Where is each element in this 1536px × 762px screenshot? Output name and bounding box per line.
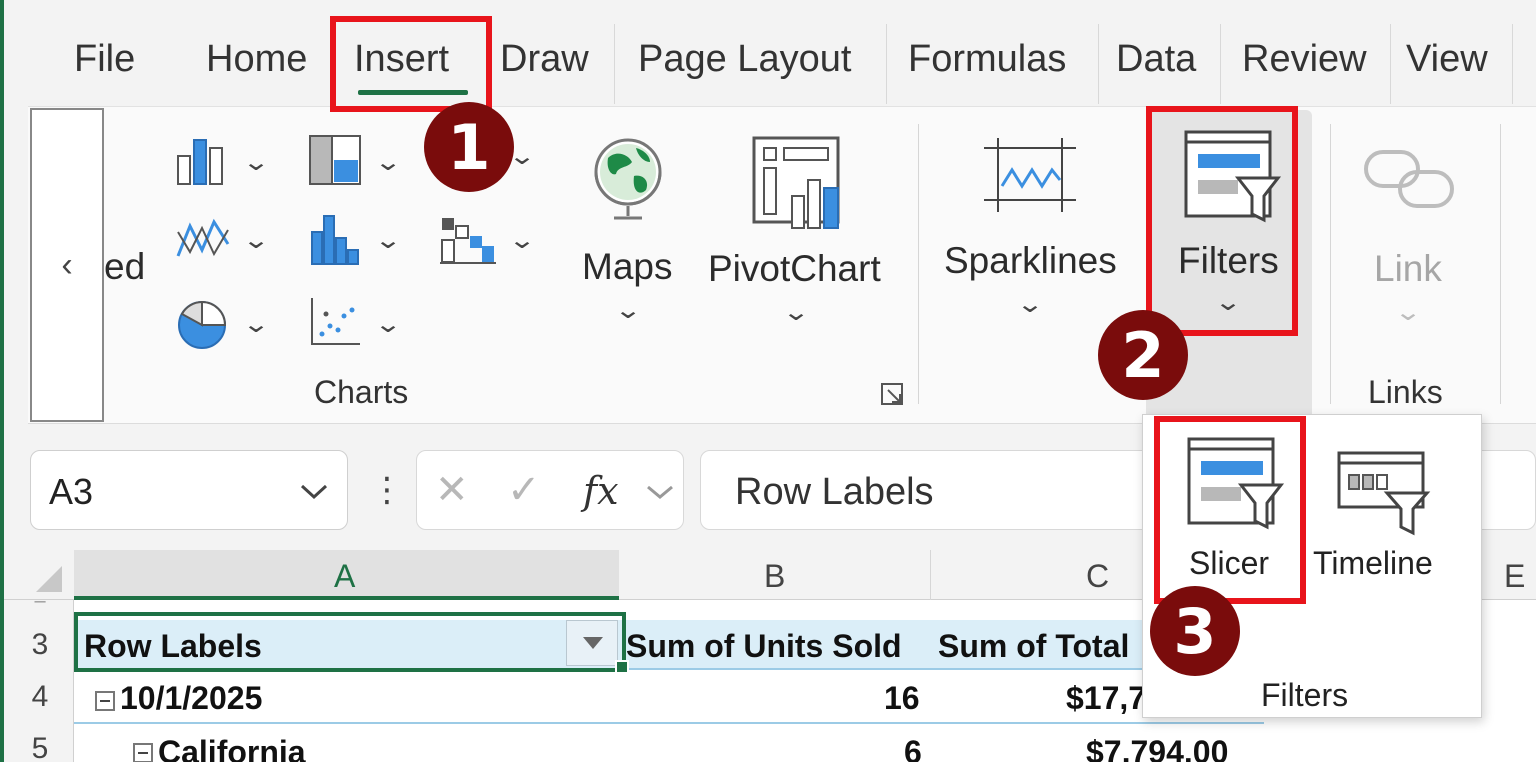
name-box-value: A3 — [49, 471, 94, 512]
pivotchart-button[interactable]: PivotChart — [708, 248, 881, 290]
chevron-down-icon[interactable]: ⌄ — [782, 298, 810, 327]
cell-a4[interactable]: 10/1/2025 — [120, 680, 262, 717]
highlight-insert-tab — [330, 16, 492, 112]
pivotchart-icon[interactable] — [752, 136, 848, 232]
links-group-label: Links — [1368, 374, 1443, 410]
row-divider — [74, 722, 1264, 724]
tab-separator — [1220, 24, 1221, 104]
chevron-down-icon[interactable]: ⌄ — [614, 296, 642, 325]
tab-view[interactable]: View — [1406, 38, 1488, 81]
cell-c5[interactable]: $7,794.00 — [1086, 734, 1228, 762]
tab-data[interactable]: Data — [1116, 38, 1196, 81]
globe-icon[interactable] — [588, 132, 668, 224]
statistic-chart-icon[interactable] — [310, 214, 360, 266]
chevron-down-icon[interactable] — [645, 483, 675, 501]
collapse-icon[interactable] — [94, 690, 116, 712]
chevron-down-icon[interactable] — [299, 481, 329, 501]
chevron-left-icon: ‹ — [61, 245, 73, 284]
chevron-down-icon[interactable]: ⌄ — [374, 148, 402, 177]
cell-b5[interactable]: 6 — [904, 734, 922, 762]
group-separator — [1500, 124, 1501, 404]
step-badge-3: 3 — [1150, 586, 1240, 676]
hierarchy-chart-icon[interactable] — [308, 134, 362, 186]
tab-formulas[interactable]: Formulas — [908, 38, 1066, 81]
tab-separator — [1098, 24, 1099, 104]
name-box[interactable]: A3 — [30, 450, 348, 530]
row-header-4[interactable]: 4 — [8, 680, 72, 714]
timeline-button[interactable]: Timeline — [1313, 545, 1433, 582]
chevron-down-icon[interactable]: ⌄ — [374, 310, 402, 339]
insert-function-icon[interactable]: fx — [583, 469, 619, 513]
chevron-down-icon[interactable]: ⌄ — [242, 310, 270, 339]
step-badge-1: 1 — [424, 102, 514, 192]
chevron-down-icon[interactable]: ⌄ — [242, 226, 270, 255]
active-cell-border — [74, 612, 626, 672]
link-button[interactable]: Link — [1374, 248, 1442, 290]
sparklines-button[interactable]: Sparklines — [944, 240, 1117, 282]
charts-group-label: Charts — [314, 374, 409, 410]
pie-chart-icon[interactable] — [176, 298, 230, 352]
column-header-e[interactable]: E — [1504, 558, 1525, 595]
step-badge-2: 2 — [1098, 310, 1188, 400]
waterfall-chart-icon[interactable] — [440, 212, 496, 266]
timeline-icon[interactable] — [1335, 449, 1435, 539]
filters-group-label: Filters — [1261, 677, 1349, 713]
ribbon-tab-bar: File Home Insert Draw Page Layout Formul… — [4, 0, 1536, 108]
tab-separator — [1512, 24, 1513, 104]
row-header-5[interactable]: 5 — [8, 732, 72, 762]
tab-separator — [886, 24, 887, 104]
column-header-b[interactable]: B — [764, 558, 785, 595]
highlight-filters-button — [1146, 106, 1298, 336]
column-header-c[interactable]: C — [1086, 558, 1109, 595]
cell-b3[interactable]: Sum of Units Sold — [626, 628, 902, 665]
row-header-partial: ‒ — [34, 590, 46, 612]
chevron-down-icon[interactable]: ⌄ — [508, 226, 536, 255]
group-separator — [918, 124, 919, 404]
tab-review[interactable]: Review — [1242, 38, 1367, 81]
cancel-icon[interactable]: ✕ — [435, 467, 469, 513]
chevron-down-icon[interactable]: ⌄ — [242, 148, 270, 177]
tab-page-layout[interactable]: Page Layout — [638, 38, 851, 81]
chevron-down-icon[interactable]: ⌄ — [1394, 298, 1422, 327]
enter-icon[interactable]: ✓ — [507, 467, 541, 513]
formula-value: Row Labels — [735, 471, 934, 513]
highlight-slicer-button — [1154, 416, 1306, 604]
sparklines-icon[interactable] — [982, 136, 1078, 214]
ribbon-scroll-left-button[interactable]: ‹ — [30, 108, 104, 422]
line-chart-icon[interactable] — [176, 216, 230, 262]
formula-bar-options-icon[interactable]: ⋮ — [370, 470, 404, 510]
column-chart-icon[interactable] — [176, 136, 228, 186]
formula-buttons-group: ✕ ✓ fx — [416, 450, 684, 530]
tab-separator — [1390, 24, 1391, 104]
link-icon[interactable] — [1362, 144, 1456, 214]
row-header-3[interactable]: 3 — [8, 628, 72, 662]
dialog-launcher-icon[interactable] — [880, 382, 906, 408]
column-separator — [930, 550, 931, 600]
cell-c3[interactable]: Sum of Total — [938, 628, 1129, 665]
cell-a5[interactable]: California — [158, 734, 306, 762]
group-separator — [1330, 124, 1331, 404]
scatter-chart-icon[interactable] — [308, 296, 362, 348]
chevron-down-icon[interactable]: ⌄ — [1016, 290, 1044, 319]
tab-separator — [614, 24, 615, 104]
column-header-a[interactable]: A — [334, 558, 355, 595]
tab-draw[interactable]: Draw — [500, 38, 589, 81]
tab-file[interactable]: File — [74, 38, 135, 81]
truncated-ribbon-label: ed — [104, 246, 146, 287]
maps-button[interactable]: Maps — [582, 246, 672, 288]
collapse-icon[interactable] — [132, 742, 154, 762]
tab-home[interactable]: Home — [206, 38, 307, 81]
cell-b4[interactable]: 16 — [884, 680, 920, 717]
cell-c4[interactable]: $17,7 — [1066, 680, 1146, 717]
chevron-down-icon[interactable]: ⌄ — [374, 226, 402, 255]
